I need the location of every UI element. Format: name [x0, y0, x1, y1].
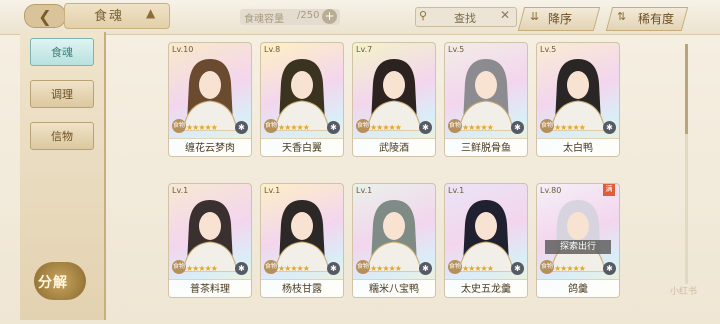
- seal-icon: 食物: [448, 260, 462, 274]
- seal-icon: 食物: [264, 119, 278, 133]
- tab-cooking[interactable]: 调理: [30, 80, 94, 108]
- star-rating: ★★★★★: [554, 123, 586, 132]
- clear-icon[interactable]: ✕: [500, 8, 510, 22]
- element-icon: ✱: [419, 262, 432, 275]
- star-rating: ★★★★★: [370, 123, 402, 132]
- tab-token[interactable]: 信物: [30, 122, 94, 150]
- back-button[interactable]: ❮: [24, 4, 66, 28]
- sort-order-label: 降序: [548, 12, 573, 26]
- element-icon: ✱: [327, 262, 340, 275]
- character-card[interactable]: Lv.10 食物 ★★★★★ ✱ 缠花云梦肉: [168, 42, 252, 157]
- element-icon: ✱: [603, 121, 616, 134]
- card-level: Lv.1: [448, 186, 465, 195]
- card-level: Lv.10: [172, 45, 194, 54]
- app-window: ❮ 食魂 ▲ 食魂容量 /250 + ⚲ 查找 ✕ ⇊ 降序 ⇅ 稀有度 食魂 …: [0, 0, 720, 324]
- card-level: Lv.5: [448, 45, 465, 54]
- seal-icon: 食物: [264, 260, 278, 274]
- card-level: Lv.8: [264, 45, 281, 54]
- character-portrait: [458, 200, 514, 272]
- crown-icon: ▲: [146, 6, 156, 20]
- tab-label: 信物: [51, 130, 73, 143]
- seal-icon: 食物: [172, 119, 186, 133]
- star-rating: ★★★★★: [186, 264, 218, 273]
- star-rating: ★★★★★: [186, 123, 218, 132]
- character-portrait: [550, 59, 606, 131]
- card-level: Lv.1: [356, 186, 373, 195]
- card-name: 杨枝甘露: [282, 284, 322, 295]
- capacity-max: /250: [297, 10, 320, 21]
- sort-arrow-icon: ⇊: [530, 10, 540, 23]
- seal-icon: 食物: [356, 260, 370, 274]
- tab-label: 食魂: [51, 46, 73, 59]
- card-name: 三鲜脱骨鱼: [461, 143, 511, 154]
- decompose-label: 分解: [38, 275, 68, 291]
- element-icon: ✱: [235, 121, 248, 134]
- seal-icon: 食物: [172, 260, 186, 274]
- page-title: 食魂: [94, 9, 125, 24]
- card-level: Lv.5: [540, 45, 557, 54]
- card-level: Lv.7: [356, 45, 373, 54]
- star-rating: ★★★★★: [462, 123, 494, 132]
- character-portrait: [366, 59, 422, 131]
- card-level: Lv.1: [264, 186, 281, 195]
- element-icon: ✱: [235, 262, 248, 275]
- card-name: 鸽羹: [568, 284, 588, 295]
- card-level: Lv.1: [172, 186, 189, 195]
- seal-icon: 食物: [448, 119, 462, 133]
- element-icon: ✱: [511, 262, 524, 275]
- status-tag: 探索出行: [545, 240, 611, 254]
- star-rating: ★★★★★: [554, 264, 586, 273]
- card-grid: Lv.10 食物 ★★★★★ ✱ 缠花云梦肉 Lv.8 食物 ★★★★★ ✱ 天香白翼 Lv.7 食物…: [160, 38, 680, 324]
- character-portrait: [550, 200, 606, 272]
- character-card[interactable]: Lv.7 食物 ★★★★★ ✱ 武陵酒: [352, 42, 436, 157]
- max-level-badge: 满: [603, 184, 615, 196]
- tab-soul[interactable]: 食魂: [30, 38, 94, 66]
- character-portrait: [274, 200, 330, 272]
- character-card[interactable]: Lv.5 食物 ★★★★★ ✱ 太白鸭: [536, 42, 620, 157]
- scrollbar-thumb[interactable]: [685, 44, 688, 134]
- card-name: 武陵酒: [379, 143, 409, 154]
- character-portrait: [182, 59, 238, 131]
- watermark: 小红书: [670, 287, 698, 297]
- character-portrait: [274, 59, 330, 131]
- capacity-label: 食魂容量: [244, 14, 284, 25]
- card-name: 太史五龙羹: [461, 284, 511, 295]
- sort-swap-icon: ⇅: [617, 10, 627, 23]
- star-rating: ★★★★★: [278, 123, 310, 132]
- character-portrait: [366, 200, 422, 272]
- character-card[interactable]: Lv.8 食物 ★★★★★ ✱ 天香白翼: [260, 42, 344, 157]
- card-level: Lv.80: [540, 186, 562, 195]
- element-icon: ✱: [419, 121, 432, 134]
- character-portrait: [182, 200, 238, 272]
- add-capacity-button[interactable]: +: [322, 9, 337, 24]
- element-icon: ✱: [327, 121, 340, 134]
- star-rating: ★★★★★: [370, 264, 402, 273]
- character-card[interactable]: Lv.1 食物 ★★★★★ ✱ 糯米八宝鸭: [352, 183, 436, 298]
- character-card[interactable]: Lv.1 食物 ★★★★★ ✱ 太史五龙羹: [444, 183, 528, 298]
- star-rating: ★★★★★: [278, 264, 310, 273]
- seal-icon: 食物: [356, 119, 370, 133]
- tab-label: 调理: [51, 88, 73, 101]
- card-name: 糯米八宝鸭: [369, 284, 419, 295]
- card-name: 缠花云梦肉: [185, 143, 235, 154]
- character-card[interactable]: Lv.80 探索出行 满食物 ★★★★★ ✱ 鸽羹: [536, 183, 620, 298]
- element-icon: ✱: [603, 262, 616, 275]
- star-rating: ★★★★★: [462, 264, 494, 273]
- search-icon: ⚲: [419, 9, 428, 22]
- seal-icon: 食物: [540, 119, 554, 133]
- rarity-sort-label: 稀有度: [638, 12, 675, 26]
- character-card[interactable]: Lv.1 食物 ★★★★★ ✱ 普茶料理: [168, 183, 252, 298]
- search-placeholder: 查找: [454, 12, 476, 25]
- character-card[interactable]: Lv.1 食物 ★★★★★ ✱ 杨枝甘露: [260, 183, 344, 298]
- seal-icon: 食物: [540, 260, 554, 274]
- element-icon: ✱: [511, 121, 524, 134]
- character-card[interactable]: Lv.5 食物 ★★★★★ ✱ 三鲜脱骨鱼: [444, 42, 528, 157]
- card-name: 天香白翼: [282, 143, 322, 154]
- character-portrait: [458, 59, 514, 131]
- card-name: 普茶料理: [190, 284, 230, 295]
- card-name: 太白鸭: [563, 143, 593, 154]
